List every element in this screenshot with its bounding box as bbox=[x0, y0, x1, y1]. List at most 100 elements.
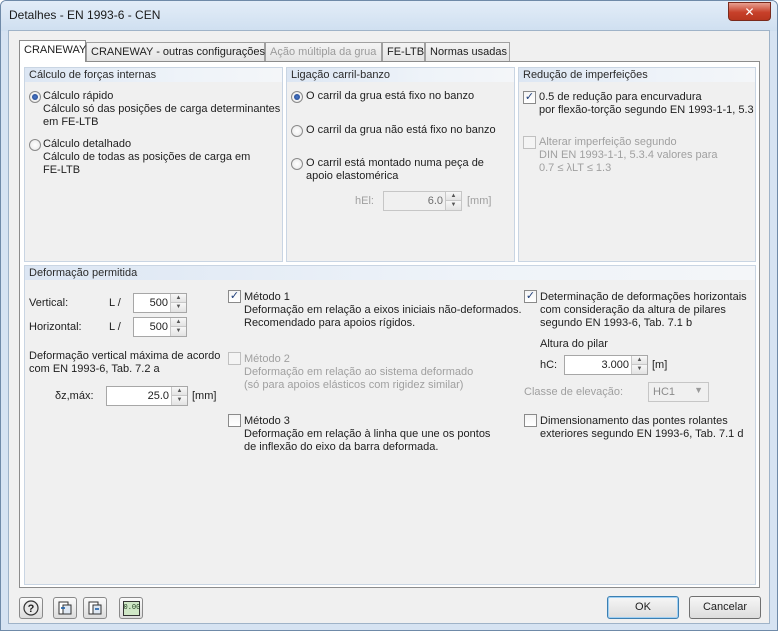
hc-unit: [m] bbox=[652, 359, 668, 371]
spin-up-icon[interactable]: ▲ bbox=[446, 192, 461, 201]
group-title: Redução de imperfeições bbox=[519, 68, 755, 82]
desc-metodo-1-a: Deformação em relação a eixos iniciais n… bbox=[244, 304, 522, 316]
label-metodo-3[interactable]: Método 3 bbox=[244, 415, 290, 428]
vertical-value: 500 bbox=[149, 297, 168, 309]
svg-text:?: ? bbox=[28, 603, 35, 615]
window-title: Detalhes - EN 1993-6 - CEN bbox=[9, 8, 161, 22]
spin-down-icon[interactable]: ▼ bbox=[171, 303, 186, 312]
tab-acao-multipla[interactable]: Ação múltipla da grua bbox=[265, 42, 382, 61]
vertical-input[interactable]: 500 ▲ ▼ bbox=[133, 293, 187, 313]
label-metodo-1[interactable]: Método 1 bbox=[244, 291, 290, 304]
check-dimensionamento-exteriores[interactable] bbox=[524, 414, 537, 427]
check-metodo-3[interactable] bbox=[228, 414, 241, 427]
tab-fe-ltb[interactable]: FE-LTB bbox=[382, 42, 425, 61]
dialog-client: CRANEWAY CRANEWAY - outras configurações… bbox=[8, 30, 770, 624]
spin-down-icon[interactable]: ▼ bbox=[172, 396, 187, 405]
label-reducao-05-2: por flexão-torção segundo EN 1993-1-1, 5… bbox=[539, 104, 754, 116]
label-classe-elevacao: Classe de elevação: bbox=[524, 386, 624, 398]
tab-normas-usadas[interactable]: Normas usadas bbox=[425, 42, 510, 61]
tab-craneway-outras[interactable]: CRANEWAY - outras configurações bbox=[86, 42, 265, 61]
label-carril-elastomerica-2[interactable]: apoio elastomérica bbox=[306, 170, 398, 183]
classe-elevacao-value: HC1 bbox=[653, 386, 676, 398]
check-def-horizontais[interactable]: ✓ bbox=[524, 290, 537, 303]
horizontal-value: 500 bbox=[149, 321, 168, 333]
export-settings-button[interactable] bbox=[83, 597, 107, 619]
label-l-vertical: L / bbox=[109, 297, 121, 309]
radio-carril-elastomerica[interactable] bbox=[291, 158, 303, 170]
label-calculo-rapido[interactable]: Cálculo rápido bbox=[43, 90, 113, 103]
spin-up-icon[interactable]: ▲ bbox=[632, 356, 647, 365]
hel-spinner[interactable]: ▲ ▼ bbox=[445, 192, 461, 210]
group-title: Deformação permitida bbox=[25, 266, 755, 280]
vertical-spinner[interactable]: ▲ ▼ bbox=[170, 294, 186, 312]
tab-panel-craneway: Cálculo de forças internas Cálculo rápid… bbox=[19, 61, 760, 588]
title-bar[interactable]: Detalhes - EN 1993-6 - CEN ✕ bbox=[1, 1, 777, 31]
label-l-horizontal: L / bbox=[109, 321, 121, 333]
check-metodo-1[interactable]: ✓ bbox=[228, 290, 241, 303]
cancel-button[interactable]: Cancelar bbox=[689, 596, 761, 619]
group-ligacao-carril: Ligação carril-banzo O carril da grua es… bbox=[286, 67, 515, 262]
desc-calculo-rapido-2: em FE-LTB bbox=[43, 116, 99, 128]
label-dimensionamento-1[interactable]: Dimensionamento das pontes rolantes bbox=[540, 415, 728, 428]
label-calculo-detalhado[interactable]: Cálculo detalhado bbox=[43, 138, 131, 151]
spin-down-icon[interactable]: ▼ bbox=[446, 201, 461, 210]
close-button[interactable]: ✕ bbox=[728, 2, 771, 21]
label-def-horizontais-1[interactable]: Determinação de deformações horizontais bbox=[540, 291, 747, 304]
label-horizontal: Horizontal: bbox=[29, 321, 82, 333]
horizontal-spinner[interactable]: ▲ ▼ bbox=[170, 318, 186, 336]
delta-value: 25.0 bbox=[147, 390, 169, 402]
check-metodo-2[interactable] bbox=[228, 352, 241, 365]
label-reducao-05-1[interactable]: 0.5 de redução para encurvadura bbox=[539, 91, 702, 104]
delta-unit: [mm] bbox=[192, 390, 217, 402]
label-alterar-imperfeicao-3: 0.7 ≤ λLT ≤ 1.3 bbox=[539, 162, 612, 174]
desc-metodo-3-a: Deformação em relação à linha que une os… bbox=[244, 428, 491, 440]
label-carril-elastomerica-1[interactable]: O carril está montado numa peça de bbox=[306, 157, 484, 170]
horizontal-input[interactable]: 500 ▲ ▼ bbox=[133, 317, 187, 337]
radio-carril-nao-fixo[interactable] bbox=[291, 125, 303, 137]
label-altura-pilar: Altura do pilar bbox=[540, 338, 608, 350]
hel-input[interactable]: 6.0 ▲ ▼ bbox=[383, 191, 462, 211]
group-deformacao-permitida: Deformação permitida Vertical: L / 500 ▲… bbox=[24, 265, 756, 585]
classe-elevacao-select[interactable]: HC1 ▼ bbox=[648, 382, 709, 402]
label-carril-fixo[interactable]: O carril da grua está fixo no banzo bbox=[306, 90, 474, 103]
spin-down-icon[interactable]: ▼ bbox=[632, 365, 647, 374]
label-vertical: Vertical: bbox=[29, 297, 69, 309]
spin-down-icon[interactable]: ▼ bbox=[171, 327, 186, 336]
label-carril-nao-fixo[interactable]: O carril da grua não está fixo no banzo bbox=[306, 124, 496, 137]
delta-spinner[interactable]: ▲ ▼ bbox=[171, 387, 187, 405]
units-text: 0.00 bbox=[123, 603, 141, 612]
spin-up-icon[interactable]: ▲ bbox=[171, 318, 186, 327]
label-alterar-imperfeicao-1[interactable]: Alterar imperfeição segundo bbox=[539, 136, 677, 149]
radio-calculo-rapido[interactable] bbox=[29, 91, 41, 103]
spin-up-icon[interactable]: ▲ bbox=[171, 294, 186, 303]
help-button[interactable]: ? bbox=[19, 597, 43, 619]
units-button[interactable]: 0.00 bbox=[119, 597, 143, 619]
dialog-window: Detalhes - EN 1993-6 - CEN ✕ CRANEWAY CR… bbox=[0, 0, 778, 631]
label-metodo-2[interactable]: Método 2 bbox=[244, 353, 290, 366]
import-settings-button[interactable] bbox=[53, 597, 77, 619]
chevron-down-icon: ▼ bbox=[694, 385, 703, 395]
desc-metodo-1-b: Recomendado para apoios rígidos. bbox=[244, 317, 416, 329]
desc-calculo-detalhado-1: Cálculo de todas as posições de carga em bbox=[43, 151, 251, 163]
export-icon bbox=[88, 601, 102, 615]
radio-calculo-detalhado[interactable] bbox=[29, 139, 41, 151]
hc-spinner[interactable]: ▲ ▼ bbox=[631, 356, 647, 374]
delta-input[interactable]: 25.0 ▲ ▼ bbox=[106, 386, 188, 406]
import-icon bbox=[58, 601, 72, 615]
ok-button[interactable]: OK bbox=[607, 596, 679, 619]
group-calculo-forcas: Cálculo de forças internas Cálculo rápid… bbox=[24, 67, 283, 262]
group-title: Cálculo de forças internas bbox=[25, 68, 282, 82]
desc-metodo-2-b: (só para apoios elásticos com rigidez si… bbox=[244, 379, 464, 391]
label-dimensionamento-2: exteriores segundo EN 1993-6, Tab. 7.1 d bbox=[540, 428, 744, 440]
group-title: Ligação carril-banzo bbox=[287, 68, 514, 82]
check-alterar-imperfeicao[interactable] bbox=[523, 136, 536, 149]
hc-input[interactable]: 3.000 ▲ ▼ bbox=[564, 355, 648, 375]
tab-craneway[interactable]: CRANEWAY bbox=[19, 40, 86, 62]
label-hel: hEl: bbox=[355, 195, 374, 207]
spin-up-icon[interactable]: ▲ bbox=[172, 387, 187, 396]
radio-carril-fixo[interactable] bbox=[291, 91, 303, 103]
check-reducao-05[interactable]: ✓ bbox=[523, 91, 536, 104]
hel-value: 6.0 bbox=[427, 195, 443, 207]
desc-metodo-3-b: de inflexão do eixo da barra deformada. bbox=[244, 441, 439, 453]
units-icon: 0.00 bbox=[122, 600, 141, 616]
